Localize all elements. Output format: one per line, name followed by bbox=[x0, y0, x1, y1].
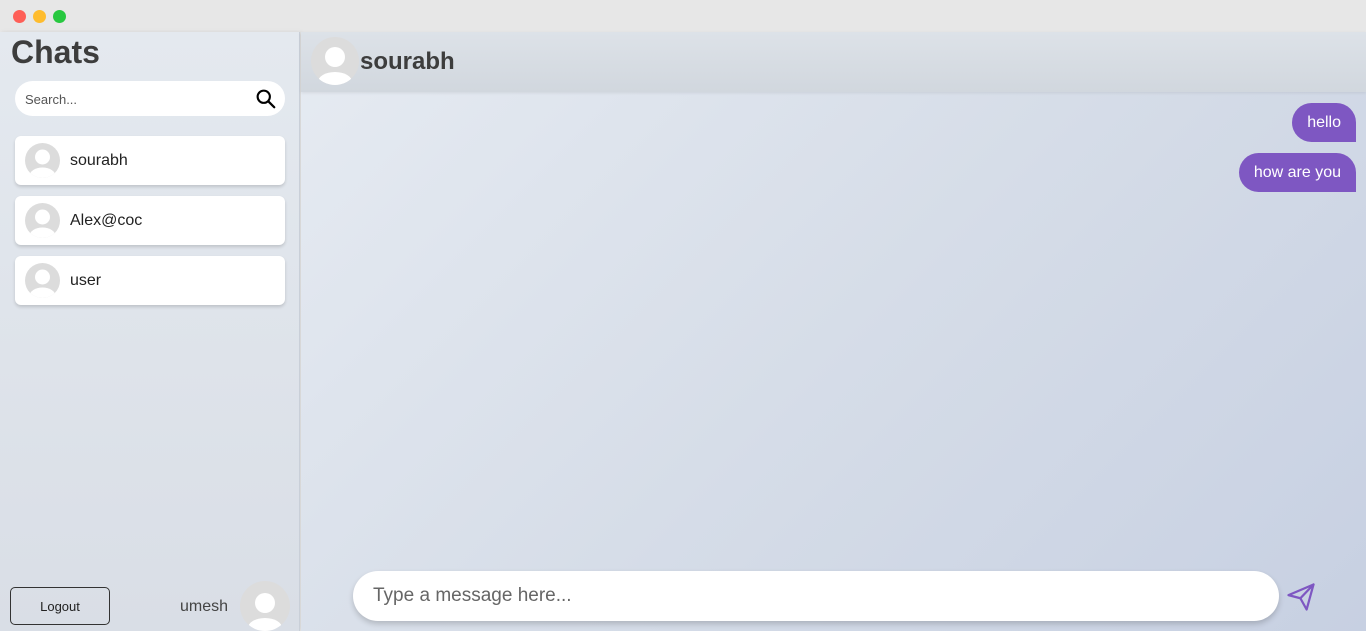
chat-header: sourabh bbox=[301, 32, 1366, 92]
contact-avatar-icon bbox=[311, 37, 359, 85]
search-box bbox=[15, 81, 285, 116]
avatar-icon bbox=[25, 263, 60, 298]
sidebar: Chats sourabh bbox=[0, 32, 300, 631]
message-row: how are you bbox=[756, 153, 1356, 192]
message-row: hello bbox=[756, 103, 1356, 142]
send-icon[interactable] bbox=[1286, 582, 1316, 612]
outgoing-message-bubble: hello bbox=[1292, 103, 1356, 142]
chat-list-item[interactable]: sourabh bbox=[15, 136, 285, 185]
chat-list-item[interactable]: user bbox=[15, 256, 285, 305]
window-maximize-button[interactable] bbox=[53, 10, 66, 23]
logout-button[interactable]: Logout bbox=[10, 587, 110, 625]
search-icon[interactable] bbox=[255, 88, 276, 109]
message-input[interactable] bbox=[373, 584, 1253, 608]
search-input[interactable] bbox=[25, 89, 245, 109]
chat-list: sourabh Alex@coc user bbox=[15, 136, 285, 316]
current-user-name: umesh bbox=[180, 598, 229, 615]
window-close-button[interactable] bbox=[13, 10, 26, 23]
chat-panel: sourabh hello how are you bbox=[301, 32, 1366, 631]
chat-list-item-name: Alex@coc bbox=[70, 212, 143, 229]
avatar-icon bbox=[25, 203, 60, 238]
sidebar-title: Chats bbox=[11, 34, 100, 70]
chat-list-item-name: sourabh bbox=[70, 152, 128, 169]
message-composer bbox=[353, 571, 1279, 621]
app-window: Chats sourabh bbox=[0, 0, 1366, 631]
message-list: hello how are you bbox=[756, 103, 1356, 203]
current-user-avatar-icon[interactable] bbox=[240, 581, 290, 631]
window-minimize-button[interactable] bbox=[33, 10, 46, 23]
title-bar bbox=[0, 0, 1366, 32]
outgoing-message-bubble: how are you bbox=[1238, 153, 1356, 192]
chat-list-item-name: user bbox=[70, 272, 102, 289]
avatar-icon bbox=[25, 143, 60, 178]
contact-name: sourabh bbox=[360, 48, 455, 75]
chat-list-item[interactable]: Alex@coc bbox=[15, 196, 285, 245]
